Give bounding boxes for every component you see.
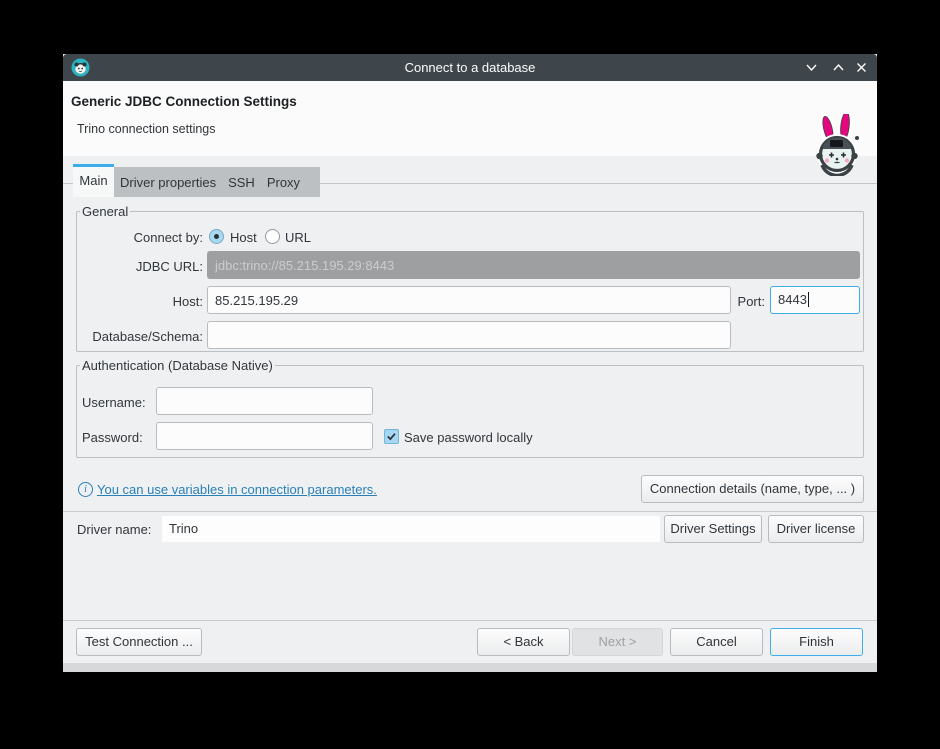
back-button[interactable]: < Back [477,628,570,656]
divider [63,511,877,512]
wizard-header: Generic JDBC Connection Settings Trino c… [63,81,877,156]
driver-name-label: Driver name: [77,521,151,539]
host-input[interactable] [207,286,731,314]
driver-name-value: Trino [162,516,660,542]
tab-strip: Driver properties SSH Proxy [114,167,320,197]
tab-main[interactable]: Main [73,164,114,197]
port-input[interactable]: 8443 [770,286,860,314]
driver-settings-button[interactable]: Driver Settings [664,515,762,543]
save-password-label[interactable]: Save password locally [404,429,533,447]
database-label: Database/Schema: [78,328,203,346]
titlebar: Connect to a database [63,54,877,81]
trino-bunny-icon [813,114,863,176]
radio-host-label[interactable]: Host [230,229,257,247]
cancel-button[interactable]: Cancel [670,628,763,656]
connect-by-label: Connect by: [82,229,203,247]
connect-dialog: Connect to a database Generic JDBC Conne… [63,54,877,672]
button-bar-divider [63,620,877,621]
driver-license-button[interactable]: Driver license [768,515,864,543]
username-input[interactable] [156,387,373,415]
tab-ssh[interactable]: SSH [228,175,255,190]
maximize-icon[interactable] [831,60,846,75]
text-caret [808,292,809,307]
minimize-icon[interactable] [804,60,819,75]
variables-hint-link[interactable]: You can use variables in connection para… [97,482,377,497]
jdbc-url-input [207,251,860,279]
next-button: Next > [572,628,663,656]
jdbc-url-label: JDBC URL: [82,258,203,276]
port-label: Port: [732,293,765,311]
connection-details-button[interactable]: Connection details (name, type, ... ) [641,475,864,503]
tab-driver-properties[interactable]: Driver properties [120,175,216,190]
page-title: Generic JDBC Connection Settings [71,94,297,109]
database-input[interactable] [207,321,731,349]
window-title: Connect to a database [63,54,877,81]
radio-url-label[interactable]: URL [285,229,311,247]
finish-button[interactable]: Finish [770,628,863,656]
general-group-label: General [80,204,130,219]
checkmark-icon [385,430,398,443]
info-icon: i [78,482,93,497]
host-label: Host: [82,293,203,311]
radio-url[interactable] [265,229,280,244]
test-connection-button[interactable]: Test Connection ... [76,628,202,656]
username-label: Username: [82,394,146,412]
password-label: Password: [82,429,143,447]
radio-host[interactable] [209,229,224,244]
auth-group-label: Authentication (Database Native) [80,358,275,373]
window-bottom-edge [63,663,877,672]
page-subtitle: Trino connection settings [77,122,216,136]
save-password-checkbox[interactable] [384,429,399,444]
password-input[interactable] [156,422,373,450]
tab-proxy[interactable]: Proxy [267,175,300,190]
close-icon[interactable] [854,60,869,75]
